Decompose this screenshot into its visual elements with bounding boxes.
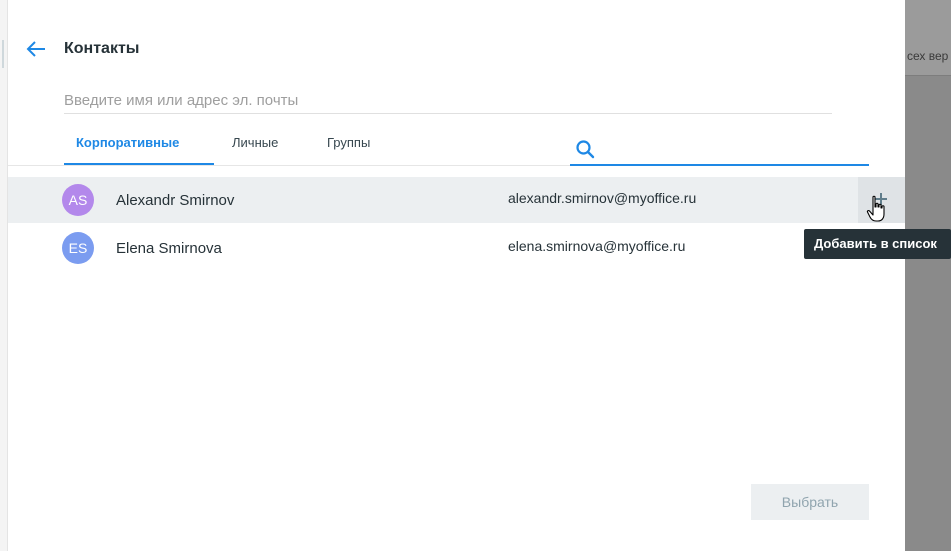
dialog-title: Контакты: [64, 40, 140, 57]
filter-input[interactable]: [602, 137, 866, 163]
contact-email: elena.smirnova@myoffice.ru: [508, 238, 686, 254]
contact-email: alexandr.smirnov@myoffice.ru: [508, 190, 697, 206]
name-or-email-input[interactable]: [64, 87, 832, 114]
background-app-overlay: сех вер: [905, 0, 951, 551]
background-app-divider: [905, 75, 951, 76]
background-app-left-edge: [0, 0, 8, 551]
background-app-text: сех вер: [907, 49, 949, 63]
tab-corporate[interactable]: Корпоративные: [76, 135, 179, 150]
contact-row[interactable]: AS Alexandr Smirnov alexandr.smirnov@myo…: [8, 177, 905, 223]
avatar: AS: [62, 184, 94, 216]
avatar: ES: [62, 232, 94, 264]
background-app-accent: [2, 40, 4, 68]
search-icon: [576, 140, 595, 159]
contact-filter[interactable]: [570, 134, 869, 166]
select-button[interactable]: Выбрать: [751, 484, 869, 520]
contacts-dialog: Контакты Корпоративные Личные Группы AS …: [8, 7, 905, 551]
tab-groups[interactable]: Группы: [327, 135, 370, 150]
hand-cursor-icon: [866, 195, 885, 222]
background-app-header: [905, 0, 951, 75]
add-to-list-tooltip: Добавить в список: [804, 229, 951, 259]
arrow-left-icon: [26, 41, 45, 57]
contact-name: Alexandr Smirnov: [116, 192, 235, 209]
back-button[interactable]: [24, 37, 48, 61]
contact-name: Elena Smirnova: [116, 240, 222, 257]
tab-personal[interactable]: Личные: [232, 135, 278, 150]
page: сех вер Контакты Корпоративные Личные Гр…: [0, 0, 951, 551]
contact-row[interactable]: ES Elena Smirnova elena.smirnova@myoffic…: [8, 225, 905, 271]
